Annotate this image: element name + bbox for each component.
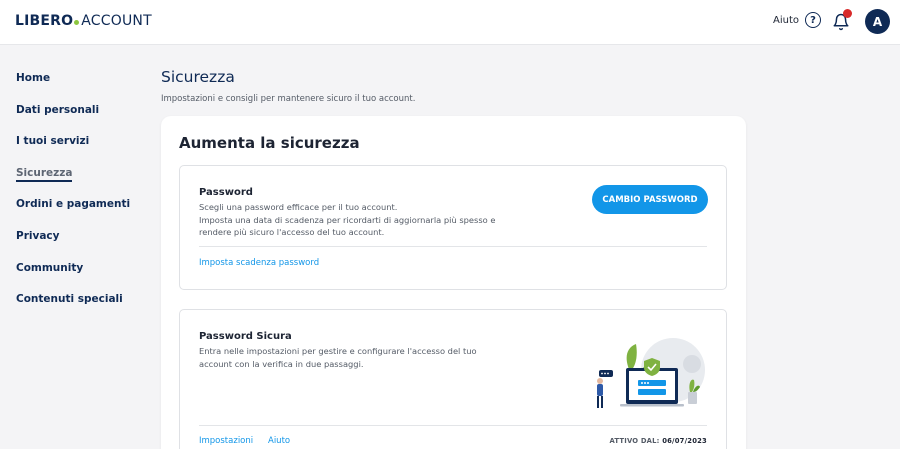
- secure-desc-line: Entra nelle impostazioni per gestire e c…: [199, 346, 477, 356]
- question-icon: ?: [805, 12, 821, 28]
- sidebar-item-contenuti-speciali[interactable]: Contenuti speciali: [16, 293, 146, 325]
- sidebar-nav: Home Dati personali I tuoi servizi Sicur…: [16, 72, 146, 325]
- divider: [199, 425, 707, 426]
- avatar[interactable]: A: [865, 9, 890, 34]
- card-title: Aumenta la sicurezza: [179, 134, 360, 152]
- sidebar-item-servizi[interactable]: I tuoi servizi: [16, 135, 146, 167]
- page-title: Sicurezza: [161, 68, 235, 86]
- security-card: Aumenta la sicurezza Password Scegli una…: [161, 116, 746, 449]
- sidebar-item-sicurezza[interactable]: Sicurezza: [16, 167, 146, 199]
- sidebar-item-label: Contenuti speciali: [16, 293, 123, 306]
- page-subtitle: Impostazioni e consigli per mantenere si…: [161, 94, 416, 104]
- libero-account-logo[interactable]: LIBERO ACCOUNT: [15, 13, 152, 29]
- divider: [199, 246, 707, 247]
- settings-link[interactable]: Impostazioni: [199, 436, 253, 446]
- logo-brand: LIBERO: [15, 13, 74, 29]
- sidebar-item-label: Community: [16, 261, 84, 274]
- security-illustration-icon: [597, 338, 705, 408]
- password-desc-line: Imposta una data di scadenza per ricorda…: [199, 214, 496, 225]
- active-since: ATTIVO DAL: 06/07/2023: [609, 437, 707, 445]
- active-since-label: ATTIVO DAL:: [609, 437, 660, 445]
- logo-dot: [74, 20, 80, 25]
- help-label: Aiuto: [773, 14, 799, 26]
- secure-desc-line: account con la verifica in due passaggi.: [199, 358, 364, 369]
- top-header: LIBERO ACCOUNT Aiuto ? A: [0, 0, 900, 45]
- notifications-button[interactable]: [832, 9, 852, 31]
- logo-product: ACCOUNT: [81, 13, 152, 29]
- password-section: Password Scegli una password efficace pe…: [179, 165, 727, 290]
- password-title: Password: [199, 187, 253, 198]
- sidebar-item-label: Ordini e pagamenti: [16, 198, 131, 211]
- active-since-date: 06/07/2023: [662, 437, 707, 445]
- sidebar-item-privacy[interactable]: Privacy: [16, 230, 146, 262]
- help-link[interactable]: Aiuto: [268, 436, 290, 446]
- sidebar-item-ordini[interactable]: Ordini e pagamenti: [16, 198, 146, 230]
- page-header: Sicurezza Impostazioni e consigli per ma…: [161, 68, 746, 104]
- secure-password-title: Password Sicura: [199, 331, 292, 342]
- sidebar-item-label: I tuoi servizi: [16, 135, 90, 148]
- password-desc-line: Scegli una password efficace per il tuo …: [199, 202, 398, 212]
- secure-password-description: Entra nelle impostazioni per gestire e c…: [199, 345, 489, 370]
- sidebar-item-label: Sicurezza: [16, 167, 73, 182]
- notification-badge: [843, 9, 852, 18]
- sidebar-item-community[interactable]: Community: [16, 262, 146, 294]
- secure-password-section: Password Sicura Entra nelle impostazioni…: [179, 309, 727, 449]
- sidebar-item-label: Dati personali: [16, 103, 100, 116]
- sidebar-item-dati-personali[interactable]: Dati personali: [16, 104, 146, 136]
- sidebar-item-label: Home: [16, 72, 51, 84]
- sidebar-item-home[interactable]: Home: [16, 72, 146, 104]
- set-password-expiry-link[interactable]: Imposta scadenza password: [199, 258, 319, 268]
- help-button[interactable]: Aiuto ?: [773, 12, 821, 28]
- password-desc-line: rendere più sicuro l'accesso del tuo acc…: [199, 227, 385, 237]
- sidebar-item-label: Privacy: [16, 229, 60, 242]
- password-description: Scegli una password efficace per il tuo …: [199, 201, 499, 239]
- change-password-button[interactable]: CAMBIO PASSWORD: [592, 185, 708, 214]
